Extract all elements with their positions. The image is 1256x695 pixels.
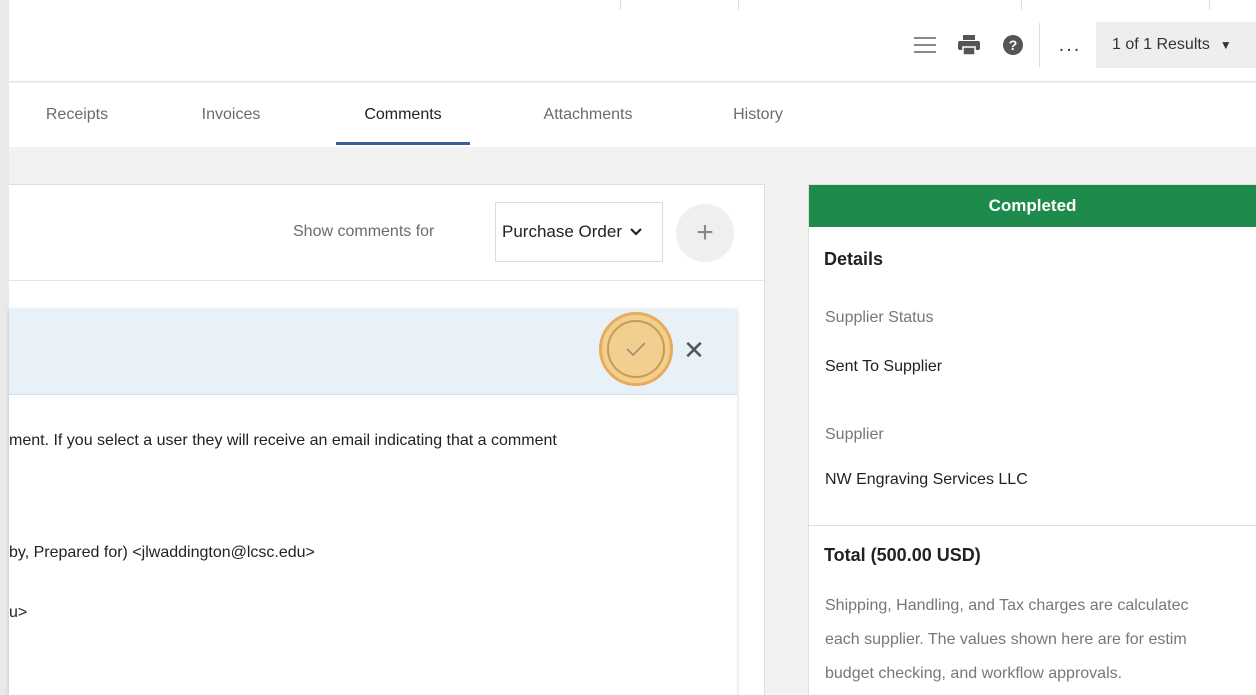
divider bbox=[809, 525, 1256, 526]
recipient-option[interactable]: u> bbox=[9, 604, 27, 622]
tab-receipts[interactable]: Receipts bbox=[33, 83, 121, 147]
total-note-line: budget checking, and workflow approvals. bbox=[825, 665, 1123, 682]
details-sidebar: Completed Details Supplier Status Sent T… bbox=[808, 184, 1256, 695]
print-icon[interactable] bbox=[947, 22, 991, 68]
close-icon[interactable]: ✕ bbox=[679, 335, 709, 365]
header-bar: ? ... 1 of 1 Results ▼ bbox=[9, 0, 1256, 82]
results-dropdown[interactable]: 1 of 1 Results ▼ bbox=[1096, 22, 1256, 68]
toolbar-separator bbox=[1039, 23, 1040, 67]
tab-attachments[interactable]: Attachments bbox=[530, 83, 646, 147]
add-comment-button[interactable]: + bbox=[676, 204, 734, 262]
supplier-status-label: Supplier Status bbox=[825, 309, 934, 326]
divider bbox=[738, 0, 739, 10]
toolbar: ? ... 1 of 1 Results ▼ bbox=[903, 22, 1256, 68]
divider bbox=[620, 0, 621, 10]
comment-help-text: ment. If you select a user they will rec… bbox=[9, 432, 557, 449]
caret-down-icon: ▼ bbox=[1219, 38, 1232, 52]
checkmark-icon bbox=[607, 320, 665, 378]
svg-text:?: ? bbox=[1009, 37, 1018, 53]
recipient-option[interactable]: by, Prepared for) <jlwaddington@lcsc.edu… bbox=[9, 544, 315, 562]
list-icon[interactable] bbox=[903, 22, 947, 68]
total-note-line: each supplier. The values shown here are… bbox=[825, 631, 1187, 648]
tab-invoices[interactable]: Invoices bbox=[191, 83, 271, 147]
status-badge: Completed bbox=[809, 185, 1256, 227]
comments-card: Show comments for Purchase Order + ✕ men… bbox=[9, 184, 765, 695]
comment-panel-header: ✕ bbox=[9, 309, 737, 395]
confirm-comment-button[interactable] bbox=[599, 312, 673, 386]
chevron-down-icon bbox=[630, 228, 642, 236]
details-heading: Details bbox=[824, 249, 884, 269]
supplier-label: Supplier bbox=[825, 426, 884, 443]
select-value: Purchase Order bbox=[502, 222, 622, 241]
total-note: Shipping, Handling, and Tax charges are … bbox=[825, 589, 1256, 691]
supplier-status-value: Sent To Supplier bbox=[825, 358, 943, 375]
tab-comments[interactable]: Comments bbox=[336, 83, 470, 147]
help-icon[interactable]: ? bbox=[991, 22, 1035, 68]
divider bbox=[1021, 0, 1022, 10]
divider bbox=[1209, 0, 1210, 10]
tab-history[interactable]: History bbox=[721, 83, 795, 147]
supplier-value: NW Engraving Services LLC bbox=[825, 471, 1028, 488]
add-comment-panel: ✕ ment. If you select a user they will r… bbox=[9, 309, 737, 695]
left-edge bbox=[0, 0, 9, 695]
show-comments-label: Show comments for bbox=[293, 223, 435, 240]
more-options-button[interactable]: ... bbox=[1048, 34, 1092, 57]
tab-bar: Receipts Invoices Comments Attachments H… bbox=[9, 83, 1256, 147]
comments-filter-row: Show comments for Purchase Order + bbox=[9, 185, 764, 281]
total-note-line: Shipping, Handling, and Tax charges are … bbox=[825, 597, 1189, 614]
results-label: 1 of 1 Results bbox=[1112, 36, 1210, 53]
total-heading: Total (500.00 USD) bbox=[824, 545, 981, 565]
comments-scope-select[interactable]: Purchase Order bbox=[495, 202, 663, 262]
